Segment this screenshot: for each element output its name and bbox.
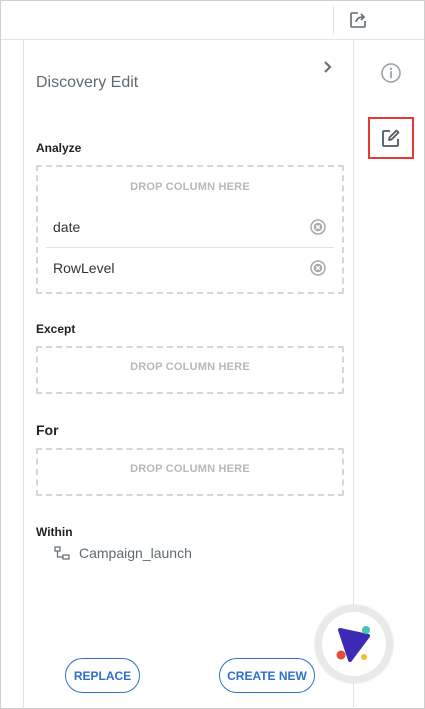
info-button[interactable]	[379, 61, 403, 85]
analyze-column-item[interactable]: RowLevel	[46, 247, 334, 287]
except-label: Except	[36, 322, 76, 336]
within-item-label: Campaign_launch	[79, 545, 192, 561]
toolbar-divider	[333, 6, 334, 34]
chevron-right-icon	[324, 61, 332, 73]
collapse-panel-button[interactable]	[319, 58, 337, 76]
analyze-dropzone[interactable]: DROP COLUMN HERE date RowLevel	[36, 165, 344, 294]
within-label: Within	[36, 525, 73, 539]
app-window: Discovery Edit Analyze DROP COLUMN HERE …	[0, 0, 425, 709]
except-dropzone[interactable]: DROP COLUMN HERE	[36, 346, 344, 394]
info-icon	[381, 63, 401, 83]
top-bar	[1, 1, 424, 40]
share-icon	[350, 12, 366, 28]
except-drop-hint[interactable]: DROP COLUMN HERE	[38, 361, 342, 373]
replace-button[interactable]: REPLACE	[65, 658, 140, 693]
analyze-drop-hint[interactable]: DROP COLUMN HERE	[38, 181, 342, 193]
panel-left-border	[23, 40, 24, 709]
for-dropzone[interactable]: DROP COLUMN HERE	[36, 448, 344, 496]
remove-circle-icon	[310, 219, 326, 235]
share-button[interactable]	[347, 9, 369, 31]
assistant-logo-icon	[336, 626, 370, 662]
column-label: date	[53, 219, 81, 235]
hierarchy-icon	[54, 546, 70, 560]
for-label: For	[36, 422, 59, 438]
remove-column-button[interactable]	[310, 259, 326, 276]
edit-icon	[382, 129, 400, 147]
edit-button[interactable]	[368, 117, 414, 159]
remove-column-button[interactable]	[310, 219, 326, 235]
for-drop-hint[interactable]: DROP COLUMN HERE	[38, 463, 342, 475]
analyze-column-item[interactable]: date	[46, 207, 334, 247]
column-label: RowLevel	[53, 259, 115, 276]
analyze-label: Analyze	[36, 141, 82, 155]
assistant-button[interactable]	[315, 605, 393, 683]
remove-circle-icon	[310, 259, 326, 276]
assistant-logo-container	[322, 612, 386, 676]
create-new-button[interactable]: CREATE NEW	[219, 658, 315, 693]
within-hierarchy-item[interactable]: Campaign_launch	[54, 545, 192, 561]
panel-title: Discovery Edit	[36, 74, 139, 91]
